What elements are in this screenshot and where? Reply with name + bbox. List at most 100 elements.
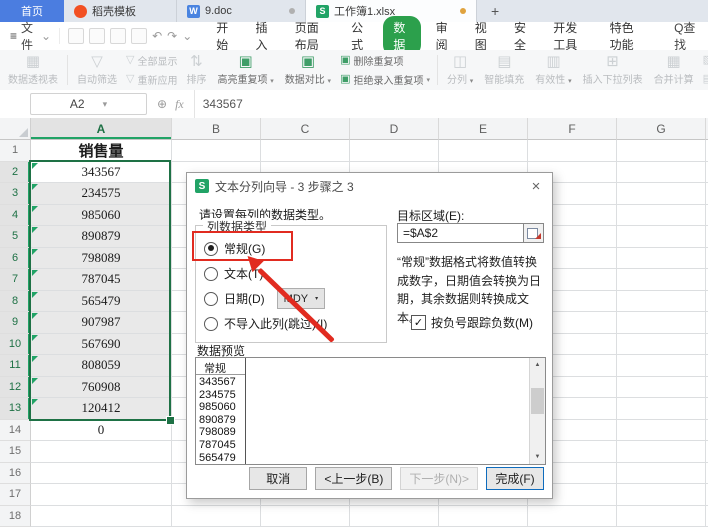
cell-A1[interactable]: 销售量: [31, 140, 172, 162]
cell-G17[interactable]: [617, 484, 706, 506]
column-header-F[interactable]: F: [528, 118, 617, 140]
name-box[interactable]: A2 ▾: [30, 93, 147, 115]
cell-A3[interactable]: 234575: [31, 183, 172, 205]
cell-G5[interactable]: [617, 226, 706, 248]
export-icon[interactable]: [89, 28, 106, 44]
cell-F1[interactable]: [528, 140, 617, 162]
cancel-button[interactable]: 取消: [249, 467, 308, 490]
data-compare-button[interactable]: ▣ 数据对比 ▾: [283, 51, 333, 89]
column-header-D[interactable]: D: [350, 118, 439, 140]
negative-number-option[interactable]: ✓ 按负号跟踪负数(M): [411, 314, 533, 331]
row-header-5[interactable]: 5: [0, 226, 31, 248]
row-header-1[interactable]: 1: [0, 140, 31, 162]
reapply-button[interactable]: ▽ 重新应用: [126, 72, 177, 88]
preview-icon[interactable]: [131, 28, 148, 44]
row-header-3[interactable]: 3: [0, 183, 31, 205]
cell-G6[interactable]: [617, 247, 706, 269]
pivot-table-button[interactable]: ▦ 数据透视表: [6, 51, 60, 89]
show-all-button[interactable]: ▽ 全部显示: [126, 53, 177, 69]
text-to-columns-button[interactable]: ◫ 分列 ▾: [445, 51, 475, 89]
radio-circle[interactable]: [204, 266, 218, 281]
cell-G16[interactable]: [617, 462, 706, 484]
fill-handle[interactable]: [166, 416, 175, 425]
row-header-15[interactable]: 15: [0, 441, 31, 463]
cell-B18[interactable]: [172, 505, 261, 527]
dialog-title-bar[interactable]: S 文本分列向导 - 3 步骤之 3: [187, 173, 552, 199]
cell-G1[interactable]: [617, 140, 706, 162]
undo-icon[interactable]: ↶: [152, 30, 162, 42]
back-button[interactable]: <上一步(B): [315, 467, 393, 490]
cell-A9[interactable]: 907987: [31, 312, 172, 334]
column-header-E[interactable]: E: [439, 118, 528, 140]
cell-G12[interactable]: [617, 376, 706, 398]
cell-A13[interactable]: 120412: [31, 398, 172, 420]
cell-A2[interactable]: 343567: [31, 161, 172, 183]
radio-circle[interactable]: [204, 316, 218, 331]
insert-dropdown-list-button[interactable]: ⊞ 插入下拉列表: [581, 51, 645, 89]
row-header-6[interactable]: 6: [0, 247, 31, 269]
preview-scrollbar[interactable]: ▲ ▼: [529, 358, 545, 464]
cell-A4[interactable]: 985060: [31, 204, 172, 226]
formula-input[interactable]: 343567: [193, 90, 708, 118]
scrollbar-thumb[interactable]: [531, 388, 544, 414]
autofilter-button[interactable]: ▽ 自动筛选: [75, 51, 119, 89]
cell-G8[interactable]: [617, 290, 706, 312]
cell-E18[interactable]: [439, 505, 528, 527]
cell-A5[interactable]: 890879: [31, 226, 172, 248]
print-icon[interactable]: [110, 28, 127, 44]
cell-G9[interactable]: [617, 312, 706, 334]
scroll-up-icon[interactable]: ▲: [530, 358, 545, 372]
cell-A15[interactable]: [31, 441, 172, 463]
cell-G13[interactable]: [617, 398, 706, 420]
cell-G15[interactable]: [617, 441, 706, 463]
cell-C18[interactable]: [261, 505, 350, 527]
save-icon[interactable]: [68, 28, 85, 44]
cell-G18[interactable]: [617, 505, 706, 527]
cell-G14[interactable]: [617, 419, 706, 441]
redo-icon[interactable]: ↷: [167, 30, 177, 42]
row-header-9[interactable]: 9: [0, 312, 31, 334]
zoom-formula-icon[interactable]: ⊕: [157, 97, 167, 111]
checkbox-checked[interactable]: ✓: [411, 315, 426, 330]
cell-G4[interactable]: [617, 204, 706, 226]
cell-D18[interactable]: [350, 505, 439, 527]
row-header-13[interactable]: 13: [0, 398, 31, 420]
consolidate-button[interactable]: ▦ 合并计算: [652, 51, 696, 89]
delete-duplicates-button[interactable]: ▣ 删除重复项: [340, 53, 430, 69]
cell-A14[interactable]: 0: [31, 419, 172, 441]
radio-option-1[interactable]: 文本(T): [196, 261, 386, 286]
finish-button[interactable]: 完成(F): [486, 467, 544, 490]
cell-G7[interactable]: [617, 269, 706, 291]
preview-column-header[interactable]: 常规: [196, 360, 245, 375]
row-header-11[interactable]: 11: [0, 355, 31, 377]
validation-button[interactable]: ▥ 有效性 ▾: [533, 51, 573, 89]
cell-A12[interactable]: 760908: [31, 376, 172, 398]
cell-A11[interactable]: 808059: [31, 355, 172, 377]
cell-G3[interactable]: [617, 183, 706, 205]
record-form-button[interactable]: ▤ 记录单: [703, 72, 708, 87]
file-menu[interactable]: ≡ 文件 ⌄: [0, 19, 59, 53]
row-header-2[interactable]: 2: [0, 161, 31, 183]
row-header-14[interactable]: 14: [0, 419, 31, 441]
cell-D1[interactable]: [350, 140, 439, 162]
column-header-B[interactable]: B: [172, 118, 261, 140]
row-header-18[interactable]: 18: [0, 505, 31, 527]
highlight-duplicates-button[interactable]: ▣ 高亮重复项 ▾: [215, 51, 275, 89]
row-header-4[interactable]: 4: [0, 204, 31, 226]
destination-input[interactable]: =$A$2: [398, 224, 523, 242]
row-header-16[interactable]: 16: [0, 462, 31, 484]
cell-A18[interactable]: [31, 505, 172, 527]
scroll-down-icon[interactable]: ▼: [530, 450, 545, 464]
cell-C1[interactable]: [261, 140, 350, 162]
cell-G2[interactable]: [617, 161, 706, 183]
smart-fill-button[interactable]: ▤ 智能填充: [482, 51, 526, 89]
row-header-10[interactable]: 10: [0, 333, 31, 355]
cell-G11[interactable]: [617, 355, 706, 377]
cell-A10[interactable]: 567690: [31, 333, 172, 355]
radio-option-3[interactable]: 不导入此列(跳过)(I): [196, 311, 386, 336]
row-header-7[interactable]: 7: [0, 269, 31, 291]
range-picker-button[interactable]: [523, 224, 543, 242]
row-header-17[interactable]: 17: [0, 484, 31, 506]
what-if-analysis-button[interactable]: ▧ 模拟分析 ▾: [703, 53, 708, 68]
dialog-close-button[interactable]: ×: [526, 176, 546, 196]
